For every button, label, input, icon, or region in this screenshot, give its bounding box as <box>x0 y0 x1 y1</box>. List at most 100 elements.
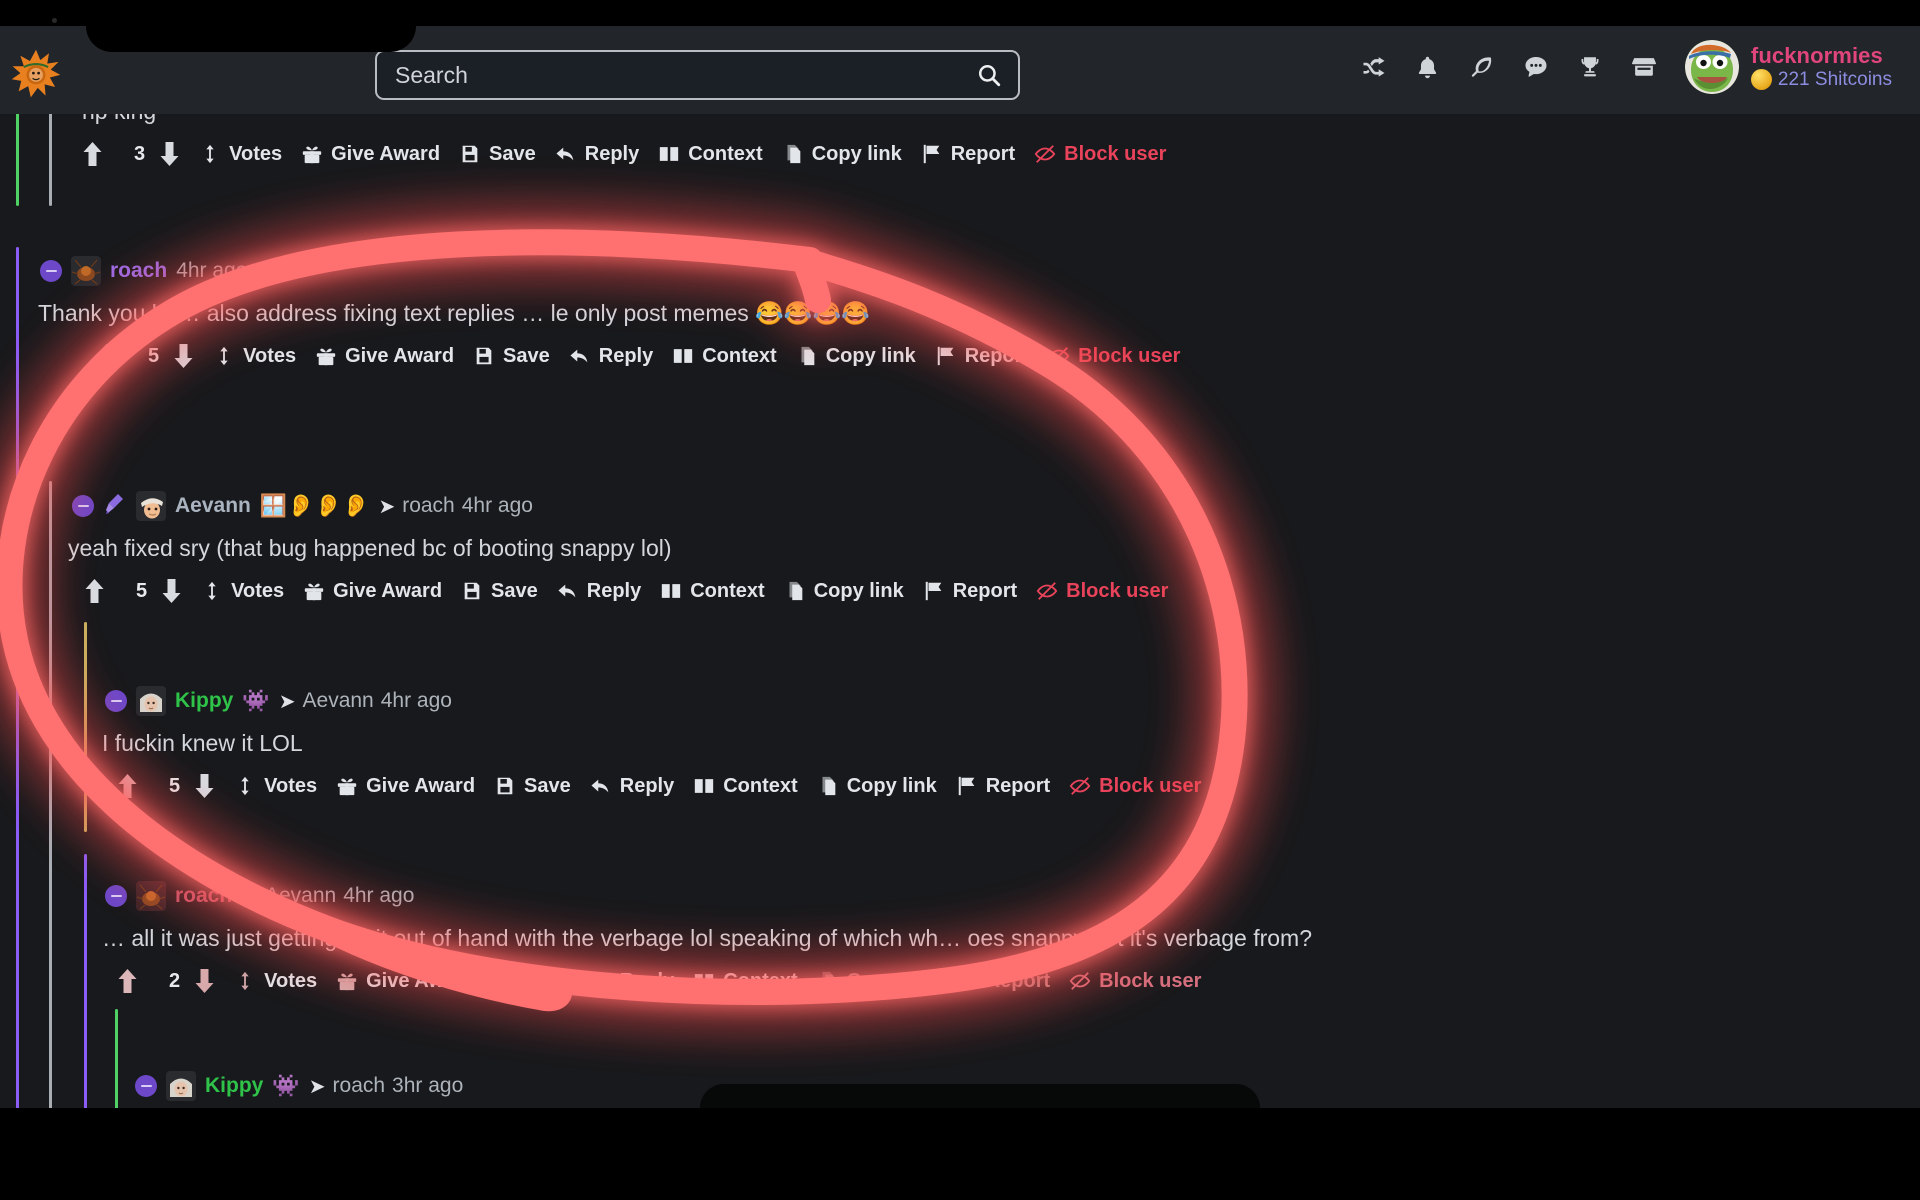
context-button[interactable]: Context <box>693 970 798 993</box>
camera-dot <box>52 18 57 23</box>
avatar[interactable] <box>166 1071 196 1101</box>
upvote-button[interactable] <box>117 773 138 799</box>
avatar[interactable] <box>136 881 166 911</box>
reply-to-author[interactable]: roach <box>333 1074 386 1098</box>
give-award-button[interactable]: Give Award <box>315 345 454 368</box>
upvote-button[interactable] <box>96 343 117 369</box>
reply-button[interactable]: Reply <box>557 580 641 603</box>
trophy-icon[interactable] <box>1563 43 1617 91</box>
votes-button[interactable]: Votes <box>201 580 284 603</box>
save-button[interactable]: Save <box>494 970 571 993</box>
search-bar[interactable] <box>375 50 1020 100</box>
reply-to-author[interactable]: Aevann <box>303 689 374 713</box>
reply-to-author[interactable]: roach <box>402 494 455 518</box>
comment-author[interactable]: roach <box>110 259 167 283</box>
votes-button[interactable]: Votes <box>213 345 296 368</box>
site-logo[interactable] <box>10 48 62 100</box>
upvote-button[interactable] <box>84 578 105 604</box>
votes-label: Votes <box>243 344 297 367</box>
block-user-button[interactable]: Block user <box>1034 143 1166 166</box>
block-user-button[interactable]: Block user <box>1069 775 1201 798</box>
collapse-button[interactable] <box>105 690 127 712</box>
copy-link-button[interactable]: Copy link <box>817 775 937 798</box>
copy-link-button[interactable]: Copy link <box>782 143 902 166</box>
username[interactable]: fucknormies <box>1751 43 1892 69</box>
block-user-button[interactable]: Block user <box>1036 580 1168 603</box>
comment-author[interactable]: roach <box>175 884 232 908</box>
avatar[interactable] <box>136 491 166 521</box>
save-button[interactable]: Save <box>461 580 538 603</box>
save-button[interactable]: Save <box>459 143 536 166</box>
avatar[interactable] <box>71 256 101 286</box>
upvote-button[interactable] <box>82 141 103 167</box>
avatar[interactable] <box>1684 40 1739 94</box>
user-menu[interactable]: fucknormies 221 Shitcoins <box>1684 40 1892 94</box>
copy-link-button[interactable]: Copy link <box>817 970 937 993</box>
comment-author[interactable]: Kippy <box>205 1074 263 1098</box>
reply-button[interactable]: Reply <box>590 775 674 798</box>
report-button[interactable]: Report <box>956 775 1050 798</box>
downvote-button[interactable] <box>194 773 215 799</box>
avatar[interactable] <box>136 686 166 716</box>
reply-button[interactable]: Reply <box>555 143 639 166</box>
comment-body: I fuckin knew it LOL <box>102 730 303 756</box>
reply-to-author[interactable]: Aevann <box>265 884 336 908</box>
context-label: Context <box>702 344 777 367</box>
votes-button[interactable]: Votes <box>199 143 282 166</box>
context-button[interactable]: Context <box>658 143 763 166</box>
context-button[interactable]: Context <box>693 775 798 798</box>
screen: fucknormies 221 Shitcoins np king 3 <box>0 0 1920 1200</box>
downvote-button[interactable] <box>194 968 215 994</box>
vote-count: 5 <box>136 579 148 602</box>
context-button[interactable]: Context <box>672 344 777 368</box>
collapse-button[interactable] <box>40 260 62 282</box>
collapse-button[interactable] <box>135 1075 157 1097</box>
copy-link-button[interactable]: Copy link <box>796 345 916 368</box>
save-label: Save <box>524 774 571 797</box>
search-icon[interactable] <box>976 62 1002 88</box>
vote-count: 3 <box>134 142 146 165</box>
downvote-button[interactable] <box>159 141 180 167</box>
chat-bubble-icon[interactable] <box>1509 43 1563 91</box>
collapse-button[interactable] <box>105 885 127 907</box>
comment-timestamp: 4hr ago <box>461 494 533 517</box>
give-award-button[interactable]: Give Award <box>336 775 475 798</box>
author-badge-emojis: 👾 <box>242 688 270 713</box>
device-top-bar <box>0 0 1920 26</box>
reply-button[interactable]: Reply <box>569 345 653 368</box>
downvote-button[interactable] <box>173 343 194 369</box>
comment-author[interactable]: Kippy <box>175 689 233 713</box>
copy-link-button[interactable]: Copy link <box>784 580 904 603</box>
feather-icon[interactable] <box>1455 43 1509 91</box>
author-badge-emojis: 🪟👂👂👂 <box>259 493 370 518</box>
block-user-button[interactable]: Block user <box>1048 345 1180 368</box>
report-button[interactable]: Report <box>956 970 1050 993</box>
bell-icon[interactable] <box>1401 43 1455 91</box>
report-button[interactable]: Report <box>923 580 1017 603</box>
comment-timestamp: 4hr ago <box>176 259 248 282</box>
give-award-button[interactable]: Give Award <box>301 143 440 166</box>
collapse-button[interactable] <box>72 495 94 517</box>
comment-author[interactable]: Aevann <box>175 494 251 518</box>
upvote-button[interactable] <box>117 968 138 994</box>
report-button[interactable]: Report <box>921 143 1015 166</box>
save-button[interactable]: Save <box>473 345 550 368</box>
coin-balance[interactable]: 221 Shitcoins <box>1750 69 1892 91</box>
save-button[interactable]: Save <box>494 775 571 798</box>
report-button[interactable]: Report <box>935 345 1029 368</box>
votes-button[interactable]: Votes <box>234 775 317 798</box>
block-user-button[interactable]: Block user <box>1069 970 1201 993</box>
votes-button[interactable]: Votes <box>234 970 317 993</box>
shuffle-icon[interactable] <box>1347 43 1401 91</box>
shop-icon[interactable] <box>1617 43 1671 91</box>
give-award-button[interactable]: Give Award <box>336 970 475 993</box>
comment-timestamp: 4hr ago <box>380 689 452 712</box>
context-button[interactable]: Context <box>660 580 765 603</box>
downvote-button[interactable] <box>161 578 182 604</box>
give-award-label: Give Award <box>366 969 476 992</box>
comment-actions: 5 Votes Give Award Save Reply Context Co… <box>117 773 1495 799</box>
reply-button[interactable]: Reply <box>590 970 674 993</box>
search-input[interactable] <box>395 61 976 89</box>
give-award-button[interactable]: Give Award <box>303 580 442 603</box>
reply-target: ➤ roach 3hr ago <box>309 1074 464 1099</box>
